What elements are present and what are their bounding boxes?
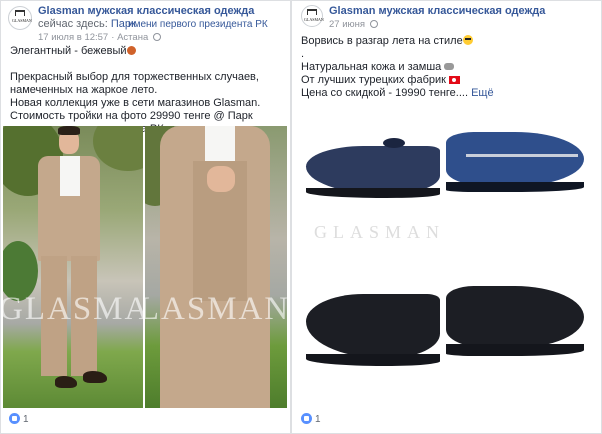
post-date[interactable]: 17 июля в 12:57 [38,32,108,43]
page-avatar[interactable]: GLASMAN [8,6,32,30]
reactions-bar[interactable]: 1 [301,413,321,426]
page-name-link[interactable]: Glasman мужская классическая одежда [38,5,254,17]
page-name-link[interactable]: Glasman мужская классическая одежда [329,5,545,17]
post-text: Ворвись в разгар лета на стиле . Натурал… [301,35,591,100]
like-count: 1 [315,414,321,425]
globe-icon [153,33,162,41]
post-location[interactable]: Астана [117,32,148,43]
post-text-line: Цена со скидкой - 19990 тенге.... [301,87,469,99]
post-date[interactable]: 27 июня [329,19,365,30]
post-text-line: Прекрасный выбор для торжественных случа… [10,71,259,96]
post-text-line: Элегантный - бежевый [10,45,127,57]
avatar-text: GLASMAN [12,18,32,23]
check-in-action: сейчас здесь: [38,18,108,30]
post-text-line: От лучших турецких фабрик [301,74,446,86]
crown-icon [15,10,25,16]
shoe-photo-blue-suede[interactable] [446,106,590,251]
reactions-bar[interactable]: 1 [9,413,29,426]
post-text-line [10,58,285,71]
post-text-line: Новая коллекция уже в сети магазинов Gla… [10,97,261,109]
football-emoji [126,46,136,55]
like-icon [301,413,312,424]
like-icon [9,413,20,424]
place-link-continued[interactable]: имени первого президента РК [128,19,268,30]
page-avatar[interactable]: GLASMAN [301,5,324,27]
post-text-line: . [301,48,305,60]
post-text-line: Натуральная кожа и замша [301,61,442,73]
photo-watermark: GLASMAN [145,291,287,327]
avatar-text: GLASMAN [304,17,324,22]
post-text: Элегантный - бежевый Прекрасный выбор дл… [10,45,285,136]
globe-icon [370,20,379,28]
photo-watermark: GLASMAN [3,291,143,327]
sunglasses-emoji [462,35,473,45]
suit-photo-full[interactable]: GLASMAN [3,126,143,408]
turkey-flag-emoji [449,76,461,84]
suit-photo-closeup[interactable]: GLASMAN [145,126,287,408]
see-more-link[interactable]: Ещё [471,87,494,99]
crown-icon [307,9,317,15]
post-text-line: Ворвись в разгар лета на стиле [301,35,463,47]
bull-emoji [444,63,455,70]
shoe-photo-black-leather[interactable] [298,256,440,402]
tile-watermark: GLASMAN [314,222,446,242]
like-count: 1 [23,414,29,425]
shoe-photo-black-leather-front[interactable] [446,256,590,402]
